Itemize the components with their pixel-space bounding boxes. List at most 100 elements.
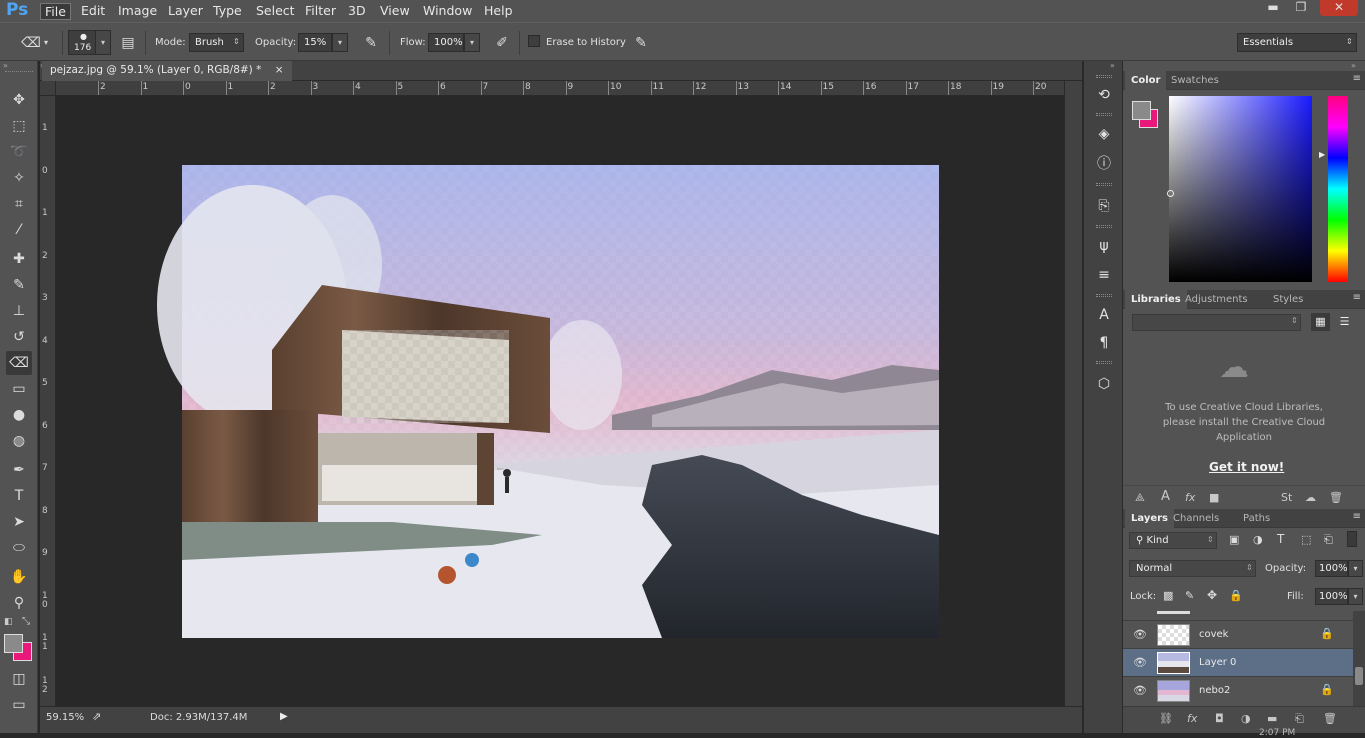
fill-dropdown[interactable]: ▾	[1348, 588, 1363, 605]
new-group-icon[interactable]: ▬	[1267, 712, 1277, 725]
eraser-tool-icon[interactable]: ⌫	[20, 32, 42, 54]
lock-all-icon[interactable]: 🔒	[1229, 589, 1243, 602]
grid-view-icon[interactable]: ▦	[1311, 313, 1330, 331]
layer-opacity-dropdown[interactable]: ▾	[1348, 560, 1363, 577]
type-tool-icon[interactable]: T	[6, 484, 32, 508]
menu-window[interactable]: Window	[419, 3, 476, 20]
get-it-now-link[interactable]: Get it now!	[1209, 460, 1284, 474]
layer-row-layer-0[interactable]: 👁 Layer 0	[1123, 648, 1353, 676]
blur-tool-icon[interactable]: ●	[6, 403, 32, 427]
color-foreground-swatch[interactable]	[1132, 101, 1151, 120]
brush-panel-toggle-icon[interactable]: ▤	[117, 32, 139, 54]
eyedropper-tool-icon[interactable]: ⁄	[6, 218, 32, 242]
layer-comps-icon[interactable]: ◈	[1093, 123, 1115, 145]
quick-mask-icon[interactable]: ◫	[6, 667, 32, 691]
menu-layer[interactable]: Layer	[164, 3, 207, 20]
layers-scrollbar[interactable]	[1353, 611, 1365, 706]
erase-history-checkbox[interactable]	[528, 35, 540, 47]
link-layers-icon[interactable]: ⛓	[1159, 712, 1173, 725]
panel-menu-icon[interactable]: ≡	[1353, 511, 1361, 522]
sync-icon[interactable]: ☁	[1305, 491, 1316, 504]
restore-button[interactable]: ❐	[1288, 0, 1314, 16]
brush-preset-dropdown[interactable]: ▾	[95, 30, 111, 55]
lock-transparent-icon[interactable]: ▩	[1163, 589, 1173, 602]
swap-colors-icon[interactable]: ⤡	[22, 616, 30, 627]
fill-input[interactable]: 100%	[1315, 588, 1348, 605]
tab-libraries[interactable]: Libraries	[1125, 290, 1187, 309]
minimize-button[interactable]: ▬	[1260, 0, 1286, 16]
export-icon[interactable]: ⇗	[92, 710, 101, 723]
collapse-icon[interactable]: »	[1351, 61, 1356, 70]
opacity-dropdown[interactable]: ▾	[332, 33, 348, 52]
document-canvas[interactable]	[57, 97, 1064, 706]
filter-shape-icon[interactable]: ⬚	[1301, 533, 1311, 546]
character-panel-icon[interactable]: A	[1093, 304, 1115, 326]
pen-tool-icon[interactable]: ✒	[6, 458, 32, 482]
move-tool-icon[interactable]: ✥	[6, 88, 32, 112]
new-layer-icon[interactable]: ⎗	[1295, 712, 1304, 726]
menu-select[interactable]: Select	[252, 3, 299, 20]
visibility-eye-icon[interactable]: 👁	[1133, 656, 1147, 669]
dodge-tool-icon[interactable]: ◍	[6, 429, 32, 453]
adjustment-layer-icon[interactable]: ◑	[1241, 712, 1251, 725]
list-view-icon[interactable]: ☰	[1335, 313, 1354, 331]
filter-smart-object-icon[interactable]: ⎗	[1324, 533, 1333, 547]
stock-icon[interactable]: St	[1281, 491, 1292, 504]
filter-adjustment-icon[interactable]: ◑	[1253, 533, 1263, 546]
crop-tool-icon[interactable]: ⌗	[6, 192, 32, 216]
tab-adjustments[interactable]: Adjustments	[1179, 290, 1254, 309]
collapse-icon[interactable]: »	[3, 61, 8, 70]
library-select[interactable]	[1132, 314, 1301, 331]
add-layer-style-icon[interactable]: fx	[1185, 491, 1195, 504]
screen-mode-icon[interactable]: ▭	[6, 693, 32, 717]
clone-source-icon[interactable]: ⎘	[1093, 195, 1115, 217]
opacity-input[interactable]: 15%	[298, 33, 332, 52]
visibility-eye-icon[interactable]: 👁	[1133, 684, 1147, 697]
gradient-tool-icon[interactable]: ▭	[6, 377, 32, 401]
pressure-opacity-icon[interactable]: ✎	[360, 32, 382, 54]
tab-styles[interactable]: Styles	[1267, 290, 1309, 309]
brush-preset-picker[interactable]: ● 176	[68, 30, 96, 55]
layer-style-icon[interactable]: fx	[1187, 712, 1197, 725]
tool-presets-icon[interactable]: ≡	[1093, 264, 1115, 286]
brush-presets-icon[interactable]: ψ	[1093, 235, 1115, 257]
lock-image-icon[interactable]: ✎	[1185, 589, 1194, 602]
menu-type[interactable]: Type	[209, 3, 246, 20]
tab-color[interactable]: Color	[1125, 71, 1167, 90]
eraser-tool-icon[interactable]: ⌫	[6, 351, 32, 375]
tab-swatches[interactable]: Swatches	[1165, 71, 1225, 90]
blend-mode-select[interactable]: Normal	[1129, 560, 1256, 577]
add-character-style-icon[interactable]: A	[1161, 489, 1170, 504]
menu-help[interactable]: Help	[480, 3, 517, 20]
visibility-eye-icon[interactable]: 👁	[1133, 628, 1147, 641]
add-graphic-icon[interactable]: ⟁	[1135, 491, 1145, 505]
clone-stamp-tool-icon[interactable]: ⊥	[6, 299, 32, 323]
layer-row-covek[interactable]: 👁 covek 🔒	[1123, 620, 1353, 648]
layer-name[interactable]: nebo2	[1199, 685, 1230, 696]
tab-channels[interactable]: Channels	[1167, 509, 1225, 528]
collapse-icon[interactable]: »	[1110, 61, 1115, 70]
paragraph-panel-icon[interactable]: ¶	[1093, 332, 1115, 354]
layer-row-nebo2[interactable]: 👁 nebo2 🔒	[1123, 676, 1353, 704]
ruler-origin[interactable]	[40, 81, 56, 96]
filter-toggle[interactable]	[1347, 531, 1357, 547]
zoom-level[interactable]: 59.15%	[46, 712, 84, 723]
airbrush-icon[interactable]: ✐	[491, 32, 513, 54]
document-tab[interactable]: pejzaz.jpg @ 59.1% (Layer 0, RGB/8#) * ×	[42, 61, 292, 81]
panel-menu-icon[interactable]: ≡	[1353, 292, 1361, 303]
foreground-color-swatch[interactable]	[4, 634, 23, 653]
lock-position-icon[interactable]: ✥	[1207, 588, 1217, 602]
menu-file[interactable]: File	[40, 3, 71, 20]
add-color-icon[interactable]: ■	[1209, 491, 1219, 504]
delete-icon[interactable]: 🗑	[1329, 491, 1343, 504]
quick-selection-tool-icon[interactable]: ✧	[6, 166, 32, 190]
filter-type-icon[interactable]: T	[1277, 532, 1284, 546]
default-colors-icon[interactable]: ◧	[4, 617, 13, 627]
hue-slider-handle[interactable]: ▶	[1319, 150, 1325, 159]
color-picker-cursor[interactable]	[1167, 190, 1174, 197]
menu-image[interactable]: Image	[114, 3, 161, 20]
path-selection-tool-icon[interactable]: ➤	[6, 510, 32, 534]
flow-input[interactable]: 100%	[428, 33, 464, 52]
saturation-brightness-field[interactable]	[1169, 96, 1312, 282]
vertical-scrollbar[interactable]	[1064, 81, 1082, 706]
